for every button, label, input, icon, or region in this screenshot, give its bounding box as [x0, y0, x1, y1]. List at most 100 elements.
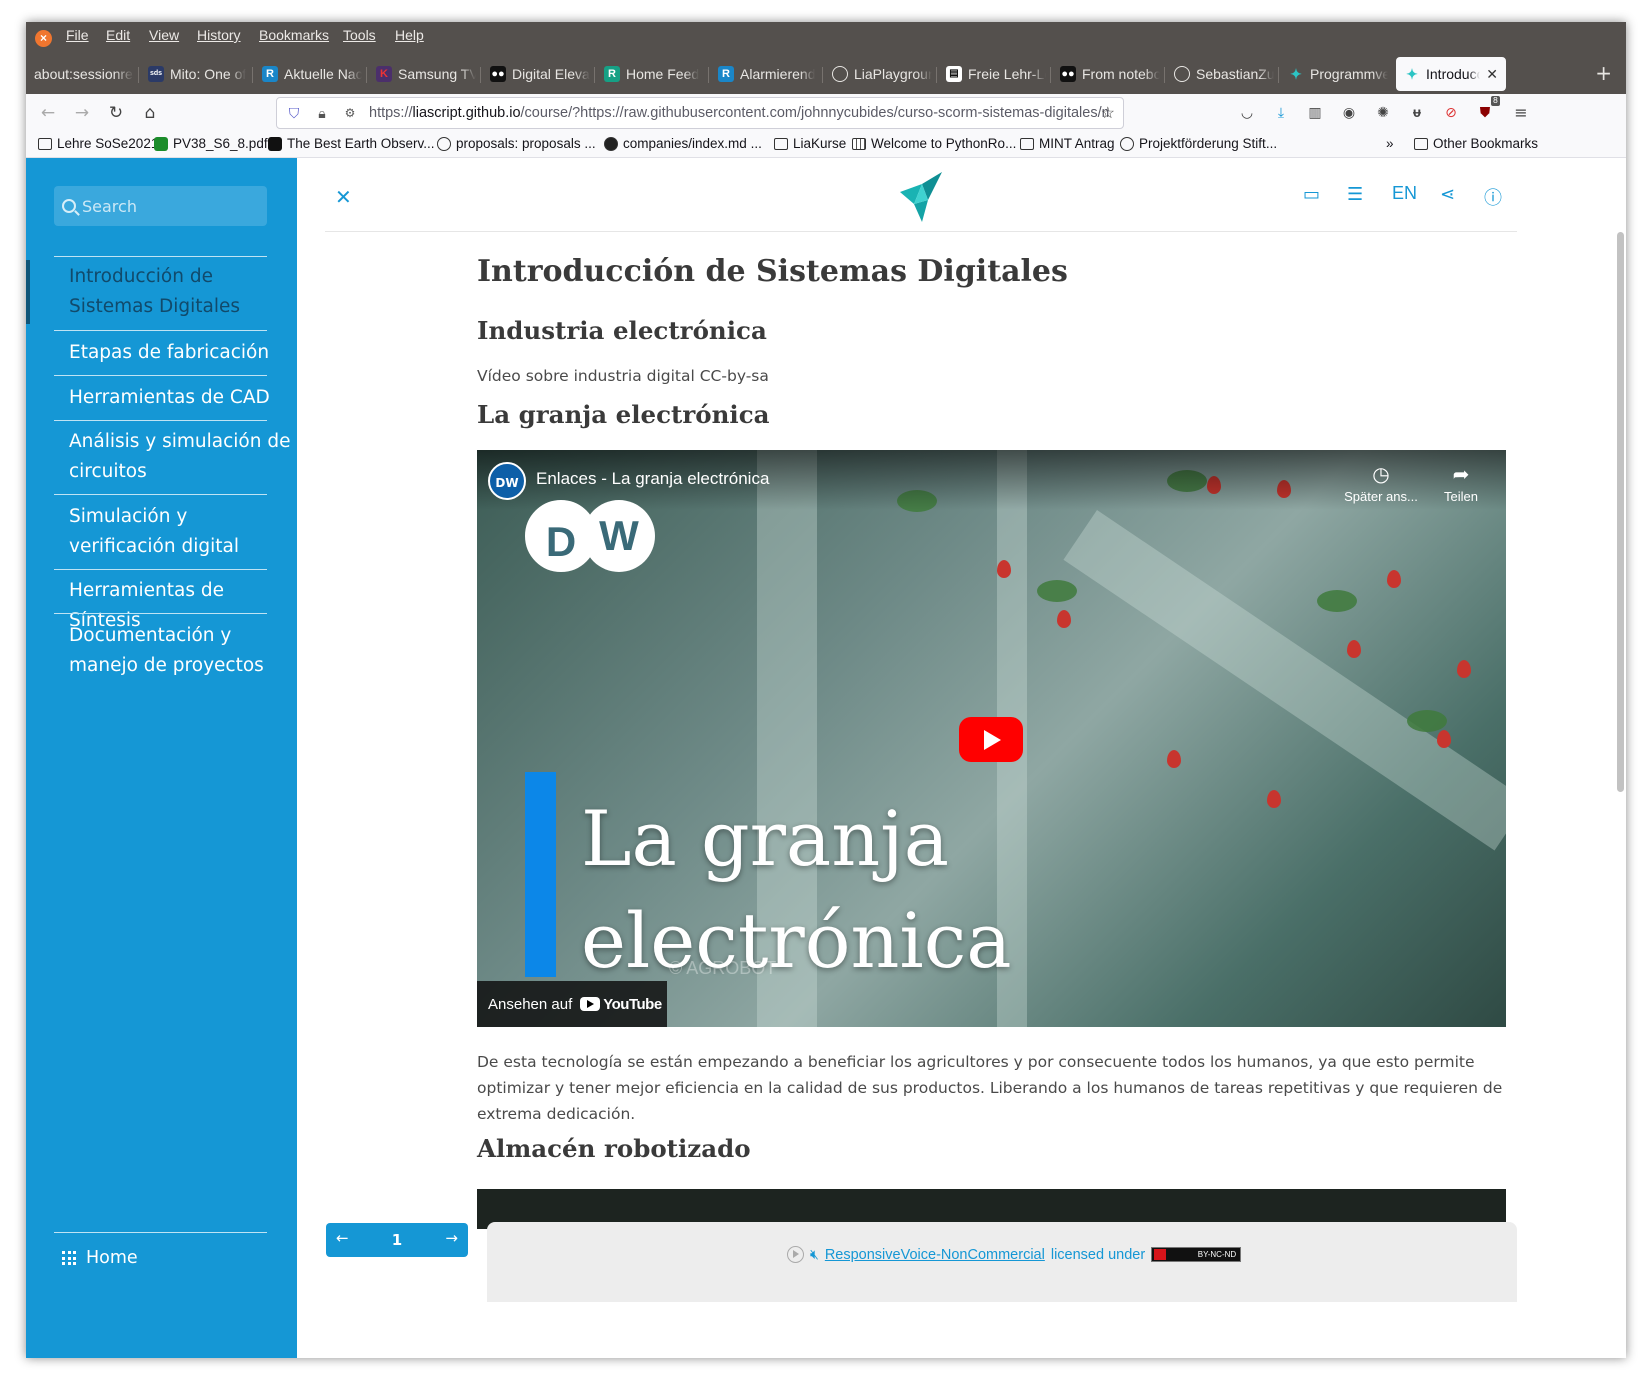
bookmark-star-icon[interactable]: ☆ — [1101, 103, 1115, 123]
menu-edit-label: Edit — [106, 27, 131, 43]
sidebar-item-etapas[interactable]: Etapas de fabricación — [69, 338, 297, 368]
tab-item[interactable]: ●● From notebo — [1060, 57, 1160, 91]
tab-item-active[interactable]: ✦ Introducci ✕ — [1396, 57, 1506, 91]
account-icon[interactable]: ◉ — [1338, 102, 1360, 124]
tab-close-icon[interactable]: ✕ — [1486, 66, 1498, 83]
tts-play-icon[interactable] — [787, 1246, 804, 1263]
next-arrow-icon[interactable]: → — [445, 1229, 458, 1247]
menu-help-label: Help — [395, 27, 424, 43]
window-close-button[interactable]: × — [35, 30, 52, 47]
bookmark-item[interactable]: PV38_S6_8.pdf — [154, 136, 268, 151]
video-embed[interactable]: DW Enlaces - La granja electrónica ◷ Spät… — [477, 450, 1506, 1027]
close-sidebar-icon[interactable]: ✕ — [335, 185, 352, 209]
tab-item[interactable]: about:sessionrestore — [34, 57, 134, 91]
extension-icon[interactable]: ✺ — [1372, 102, 1394, 124]
tab-item[interactable]: ●● Digital Elevat — [490, 57, 590, 91]
sidebar-item-simulacion[interactable]: Simulación y verificación digital — [69, 502, 297, 562]
pocket-icon[interactable]: ◡ — [1236, 102, 1258, 124]
tab-item[interactable]: SebastianZu — [1174, 57, 1274, 91]
responsivevoice-link[interactable]: ResponsiveVoice-NonCommercial — [825, 1247, 1045, 1263]
tab-item[interactable]: LiaPlaygroun — [832, 57, 932, 91]
scrollbar[interactable] — [1617, 232, 1624, 792]
bookmark-item[interactable]: LiaKurse — [774, 136, 846, 151]
liascript-logo-icon[interactable] — [898, 170, 944, 222]
liascript-logo-svg — [900, 172, 942, 222]
opera-icon[interactable]: ⊘ — [1440, 102, 1462, 124]
github-icon — [832, 66, 848, 82]
search-input[interactable]: Search — [54, 186, 267, 226]
home-button[interactable]: Home — [62, 1248, 138, 1268]
video-title[interactable]: Enlaces - La granja electrónica — [536, 469, 769, 489]
bookmark-item[interactable]: Projektförderung Stift... — [1120, 136, 1277, 151]
tab-item[interactable]: sds Mito: One of — [148, 57, 248, 91]
share-video-button[interactable]: ➦ Teilen — [1421, 462, 1501, 504]
menu-bookmarks[interactable]: Bookmarks — [259, 27, 329, 43]
hamburger-menu-icon[interactable]: ≡ — [1510, 102, 1532, 124]
reader-view-icon[interactable]: ▥ — [1304, 102, 1326, 124]
tab-label: Samsung TV — [398, 66, 476, 82]
tab-item[interactable]: ▤ Freie Lehr-Le — [946, 57, 1046, 91]
settings-sliders-icon[interactable]: ☰ — [1347, 184, 1363, 205]
ublock-icon[interactable]: ⛊ 8 — [1474, 96, 1500, 124]
download-icon[interactable]: ⤓ — [1270, 102, 1292, 124]
info-icon[interactable]: ⓘ — [1484, 184, 1502, 210]
watch-later-button[interactable]: ◷ Später ans... — [1341, 462, 1421, 504]
bookmark-item[interactable]: Lehre SoSe2021 — [38, 136, 158, 151]
channel-avatar[interactable]: DW — [488, 462, 526, 500]
other-bookmarks[interactable]: Other Bookmarks — [1414, 136, 1538, 151]
tab-separator — [822, 67, 823, 83]
watch-on-youtube-button[interactable]: Ansehen auf YouTube — [477, 981, 667, 1027]
navigation-bar: ← → ↻ ⌂ ⛉ 🔒︎ ⚙ https://liascript.github.… — [26, 94, 1626, 132]
menu-edit[interactable]: Edit — [106, 27, 130, 43]
menu-view[interactable]: View — [149, 27, 179, 43]
sidebar-item-documentacion[interactable]: Documentación y manejo de proyectos — [69, 621, 297, 681]
language-button[interactable]: EN — [1392, 183, 1417, 204]
tab-item[interactable]: K Samsung TV — [376, 57, 476, 91]
bookmark-label: proposals: proposals ... — [456, 136, 596, 151]
shield-icon[interactable]: ⛉ — [283, 105, 305, 122]
bookmark-item[interactable]: companies/index.md ... — [604, 136, 762, 151]
search-icon — [62, 199, 76, 213]
new-tab-button[interactable]: + — [1595, 61, 1612, 85]
bookmark-item[interactable]: The Best Earth Observ... — [268, 136, 435, 151]
video-frame-decoration — [1347, 640, 1361, 658]
bookmark-item[interactable]: proposals: proposals ... — [437, 136, 596, 151]
menu-history[interactable]: History — [197, 27, 241, 43]
chat-icon[interactable]: ▭ — [1303, 184, 1320, 205]
forward-button[interactable]: → — [68, 99, 96, 127]
sidebar-divider — [54, 420, 267, 421]
bookmark-item[interactable]: Welcome to PythonRo... — [852, 136, 1016, 151]
sidebar-divider — [54, 1232, 267, 1233]
tab-separator — [1278, 67, 1279, 83]
bookmark-item[interactable]: MINT Antrag — [1020, 136, 1115, 151]
share-icon[interactable]: ⋖ — [1440, 184, 1455, 205]
mute-icon[interactable]: 🔇︎ — [810, 1246, 819, 1263]
menu-help[interactable]: Help — [395, 27, 424, 43]
lock-icon[interactable]: 🔒︎ — [311, 105, 333, 122]
menu-tools[interactable]: Tools — [343, 27, 376, 43]
sidebar-item-introduccion[interactable]: Introducción de Sistemas Digitales — [69, 262, 297, 322]
clock-icon: ◷ — [1372, 464, 1390, 486]
sidebar-item-analisis[interactable]: Análisis y simulación de circuitos — [69, 427, 297, 487]
reload-button[interactable]: ↻ — [102, 99, 130, 127]
tab-item[interactable]: R Aktuelle Nac — [262, 57, 362, 91]
url-text[interactable]: https://liascript.github.io/course/?http… — [369, 105, 1109, 121]
back-button[interactable]: ← — [34, 99, 62, 127]
liascript-icon: ✦ — [1406, 66, 1418, 82]
video-frame-decoration — [1063, 510, 1506, 851]
tab-item[interactable]: R Alarmierend — [718, 57, 818, 91]
overlay-line: La granja — [581, 794, 950, 883]
bookmarks-overflow-button[interactable]: » — [1386, 136, 1394, 151]
sidebar-item-herramientas-cad[interactable]: Herramientas de CAD — [69, 383, 297, 413]
cc-license-badge[interactable]: BY-NC-ND — [1151, 1247, 1242, 1262]
tab-item[interactable]: R Home Feed — [604, 57, 704, 91]
translate-icon[interactable]: ᵾ — [1406, 102, 1428, 124]
permissions-icon[interactable]: ⚙ — [339, 106, 361, 120]
tab-item[interactable]: ✦ Programmve — [1288, 57, 1388, 91]
play-button[interactable] — [959, 717, 1023, 762]
menu-file[interactable]: File — [66, 27, 89, 43]
home-button[interactable]: ⌂ — [136, 99, 164, 127]
video-frame-decoration — [1387, 570, 1401, 588]
tab-label: Programmve — [1310, 66, 1388, 82]
url-bar[interactable]: ⛉ 🔒︎ ⚙ https://liascript.github.io/cours… — [276, 97, 1124, 129]
